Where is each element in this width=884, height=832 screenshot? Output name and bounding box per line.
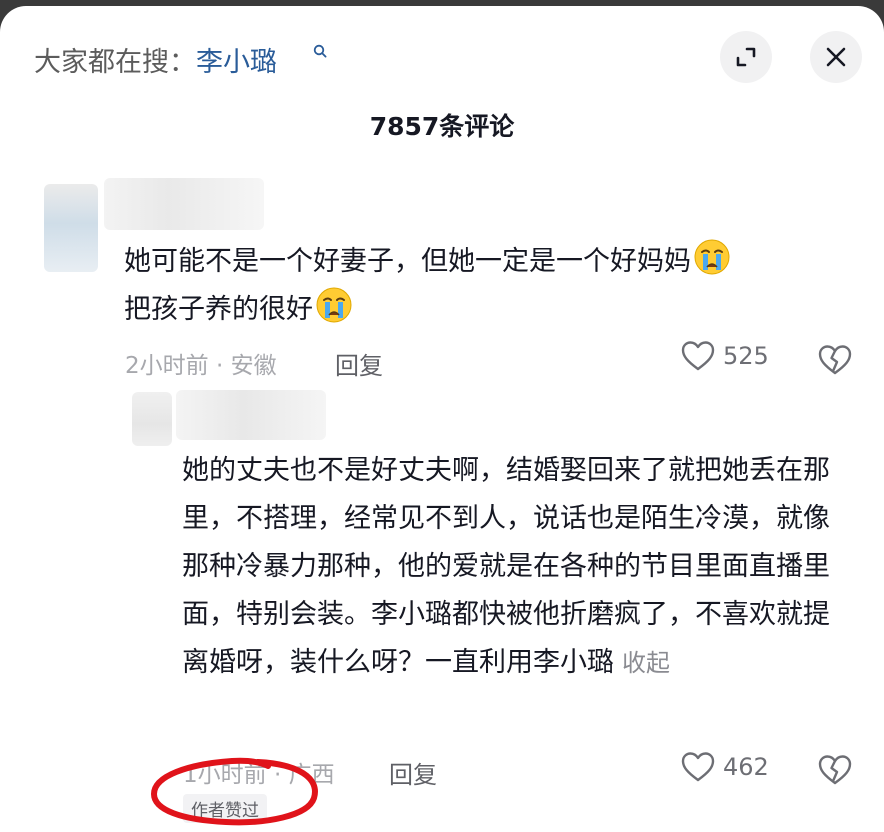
dislike-broken-heart-icon[interactable] — [818, 344, 852, 376]
like-button[interactable]: 525 — [681, 340, 769, 372]
expand-icon — [736, 47, 756, 67]
heart-icon — [681, 341, 715, 371]
like-count: 462 — [723, 753, 769, 781]
username-blurred[interactable] — [104, 178, 264, 230]
reply-button[interactable]: 回复 — [335, 346, 383, 381]
search-hint-term[interactable]: 李小璐 — [196, 47, 277, 78]
collapse-link[interactable]: 收起 — [622, 649, 670, 677]
comment-text: 她可能不是一个好妻子，但她一定是一个好妈妈 把孩子养的很好 — [124, 238, 844, 334]
close-icon — [826, 47, 846, 67]
search-icon[interactable] — [313, 44, 327, 58]
close-button[interactable] — [810, 31, 862, 83]
expand-button[interactable] — [720, 31, 772, 83]
crying-emoji-icon — [694, 239, 730, 275]
username-blurred[interactable] — [176, 390, 326, 440]
comment-meta: 2小时前 · 安徽 — [125, 353, 277, 379]
reply-button[interactable]: 回复 — [389, 755, 437, 790]
comments-sheet: 大家都在搜：李小璐 7857条评论 她可能不是一个好妻子，但她一定是一个好妈妈 … — [0, 6, 884, 832]
search-hint-prefix: 大家都在搜： — [34, 47, 196, 78]
like-count: 525 — [723, 342, 769, 370]
like-button[interactable]: 462 — [681, 751, 769, 783]
comment-body: 她的丈夫也不是好丈夫啊，结婚娶回来了就把她丢在那里，不搭理，经常见不到人，说话也… — [182, 455, 830, 678]
search-suggestion[interactable]: 大家都在搜：李小璐 — [34, 40, 277, 79]
avatar-blurred[interactable] — [44, 184, 98, 272]
comment-text-line2: 把孩子养的很好 — [124, 294, 313, 325]
comment-text: 她的丈夫也不是好丈夫啊，结婚娶回来了就把她丢在那里，不搭理，经常见不到人，说话也… — [182, 447, 854, 687]
comment-count-title: 7857条评论 — [369, 112, 515, 141]
red-annotation-circle — [150, 757, 318, 826]
comment-text-line1: 她可能不是一个好妻子，但她一定是一个好妈妈 — [124, 246, 691, 277]
dislike-broken-heart-icon[interactable] — [818, 754, 852, 786]
avatar-blurred[interactable] — [132, 392, 172, 446]
heart-icon — [681, 752, 715, 782]
crying-emoji-icon — [316, 287, 352, 323]
